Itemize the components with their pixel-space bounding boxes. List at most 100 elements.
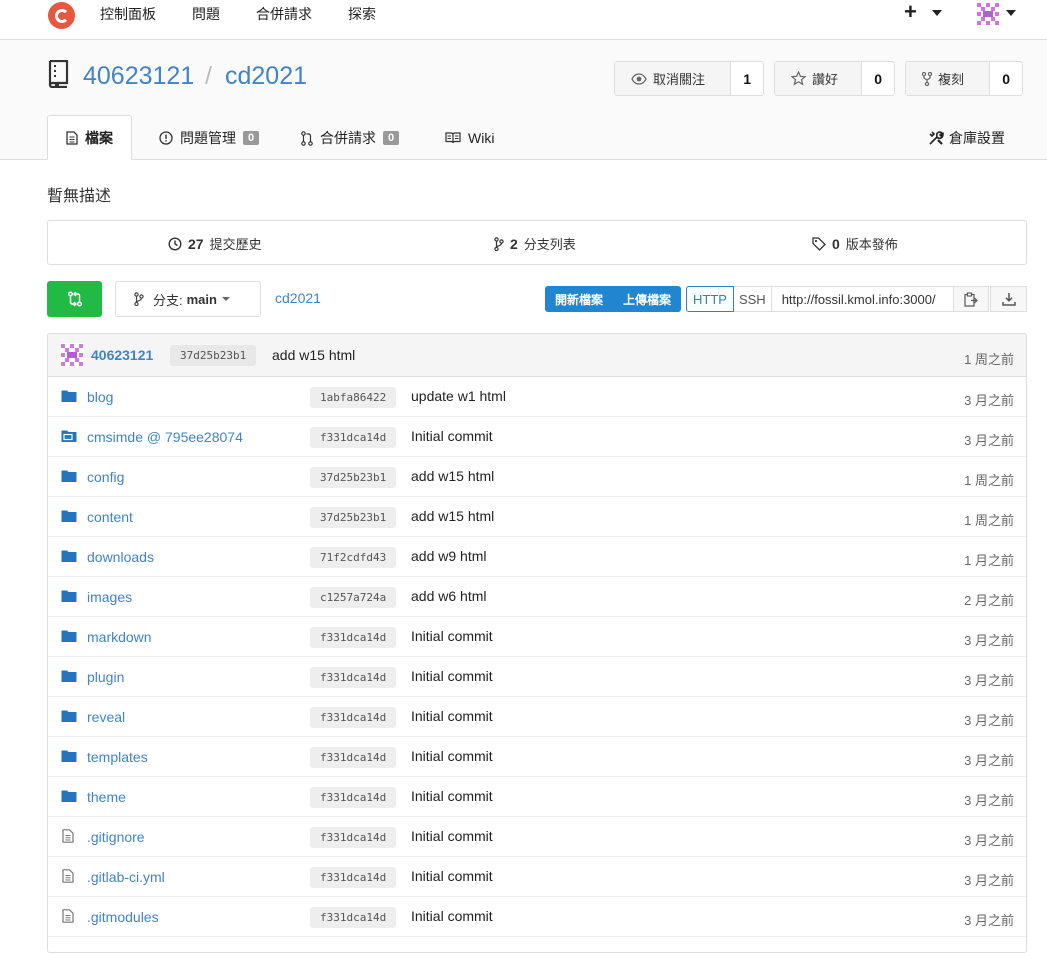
file-row: .gitmodules f331dca14d Initial commit 3 月之前 (48, 897, 1026, 937)
file-commit-message[interactable]: Initial commit (411, 708, 493, 724)
branch-dropdown[interactable]: 分支: main (115, 281, 261, 317)
watch-count[interactable]: 1 (731, 62, 763, 95)
file-icon (61, 829, 77, 843)
file-commit-message[interactable]: add w9 html (411, 548, 486, 564)
star-button[interactable]: 讚好 (775, 62, 863, 95)
commit-author-avatar[interactable] (60, 343, 84, 367)
file-commit-sha-link[interactable]: f331dca14d (310, 867, 397, 888)
chevron-down-icon[interactable] (1006, 10, 1016, 16)
file-commit-message[interactable]: Initial commit (411, 628, 493, 644)
file-commit-age: 1 月之前 (964, 553, 1014, 568)
file-commit-message[interactable]: add w15 html (411, 468, 494, 484)
copy-url-button[interactable] (953, 286, 989, 312)
commit-author-link[interactable]: 40623121 (91, 347, 153, 363)
gitea-logo-icon[interactable] (48, 2, 75, 29)
git-branch-icon (494, 236, 504, 251)
file-commit-message[interactable]: add w15 html (411, 508, 494, 524)
file-name-link[interactable]: theme (87, 789, 126, 805)
star-count[interactable]: 0 (862, 62, 894, 95)
file-name-link[interactable]: .gitignore (87, 829, 145, 845)
folder-icon (61, 709, 77, 723)
file-name-link[interactable]: content (87, 509, 133, 525)
file-commit-sha-link[interactable]: 1abfa86422 (310, 387, 397, 408)
file-name-link[interactable]: downloads (87, 549, 154, 565)
unwatch-button[interactable]: 取消關注 (615, 62, 732, 95)
tab-pull-requests[interactable]: 合併請求 0 (301, 116, 400, 160)
file-commit-sha-link[interactable]: f331dca14d (310, 707, 397, 728)
file-commit-sha-link[interactable]: 71f2cdfd43 (310, 547, 397, 568)
compare-button[interactable] (47, 281, 102, 317)
file-commit-message[interactable]: Initial commit (411, 428, 493, 444)
file-commit-message[interactable]: add w6 html (411, 588, 486, 604)
fork-button[interactable]: 複刻 (906, 62, 991, 95)
file-commit-message[interactable]: Initial commit (411, 908, 493, 924)
nav-issues[interactable]: 問題 (192, 4, 220, 24)
file-icon (61, 909, 77, 923)
tab-issues[interactable]: 問題管理 0 (159, 116, 260, 160)
file-commit-sha-link[interactable]: f331dca14d (310, 627, 397, 648)
download-button[interactable] (990, 286, 1027, 312)
repo-path-separator: / (205, 62, 212, 90)
file-commit-sha-link[interactable]: f331dca14d (310, 787, 397, 808)
file-name-link[interactable]: config (87, 469, 124, 485)
tools-icon (929, 131, 944, 145)
upload-file-button[interactable]: 上傳檔案 (613, 286, 681, 312)
repo-name-link[interactable]: cd2021 (225, 62, 307, 91)
clone-url-input[interactable]: http://fossil.kmol.info:3000/ (771, 286, 963, 312)
commit-sha-link[interactable]: 37d25b23b1 (170, 345, 257, 366)
file-commit-sha-link[interactable]: f331dca14d (310, 907, 397, 928)
releases-label: 版本發佈 (845, 237, 898, 252)
file-name-link[interactable]: cmsimde @ 795ee28074 (87, 429, 243, 445)
clone-ssh-button[interactable]: SSH (733, 286, 772, 312)
file-name-link[interactable]: images (87, 589, 132, 605)
file-name-link[interactable]: blog (87, 389, 113, 405)
file-name-link[interactable]: markdown (87, 629, 152, 645)
file-name-link[interactable]: plugin (87, 669, 124, 685)
file-commit-message[interactable]: Initial commit (411, 828, 493, 844)
breadcrumb-repo-root[interactable]: cd2021 (275, 290, 321, 306)
file-commit-message[interactable]: update w1 html (411, 388, 506, 404)
chevron-down-icon[interactable] (932, 10, 942, 16)
file-commit-message[interactable]: Initial commit (411, 748, 493, 764)
fork-count[interactable]: 0 (990, 62, 1022, 95)
clone-http-button[interactable]: HTTP (686, 286, 734, 312)
file-commit-sha-link[interactable]: f331dca14d (310, 827, 397, 848)
file-commit-age: 1 周之前 (964, 473, 1014, 488)
repo-description: 暫無描述 (47, 188, 112, 205)
create-new-icon[interactable]: + (904, 1, 917, 23)
file-name-link[interactable]: reveal (87, 709, 125, 725)
download-icon (1001, 293, 1016, 306)
file-commit-message[interactable]: Initial commit (411, 868, 493, 884)
repo-stats-bar: 27 提交歷史 2 分支列表 0 版本發佈 (47, 220, 1027, 265)
file-commit-sha-link[interactable]: 37d25b23b1 (310, 507, 397, 528)
folder-icon (61, 589, 77, 603)
nav-explore[interactable]: 探索 (348, 4, 376, 24)
branches-stat-link[interactable]: 2 分支列表 (494, 234, 576, 253)
commits-stat-link[interactable]: 27 提交歷史 (168, 234, 262, 253)
file-commit-sha-link[interactable]: c1257a724a (310, 587, 397, 608)
tab-wiki[interactable]: Wiki (445, 116, 494, 160)
file-row: .gitlab-ci.yml f331dca14d Initial commit 3 … (48, 857, 1026, 897)
book-icon (445, 132, 461, 144)
file-name-link[interactable]: .gitmodules (87, 909, 159, 925)
new-file-button[interactable]: 開新檔案 (545, 286, 613, 312)
file-commit-age: 3 月之前 (964, 753, 1014, 768)
file-commit-sha-link[interactable]: f331dca14d (310, 747, 397, 768)
file-name-link[interactable]: .gitlab-ci.yml (87, 869, 165, 885)
file-commit-age: 2 月之前 (964, 593, 1014, 608)
repo-owner-link[interactable]: 40623121 (83, 62, 194, 91)
star-label: 讚好 (812, 72, 839, 87)
nav-dashboard[interactable]: 控制面板 (100, 4, 156, 24)
repo-settings-link[interactable]: 倉庫設置 (928, 128, 1005, 148)
file-commit-message[interactable]: Initial commit (411, 788, 493, 804)
releases-stat-link[interactable]: 0 版本發佈 (812, 234, 898, 253)
tab-issues-label: 問題管理 (180, 130, 236, 146)
user-avatar[interactable] (975, 1, 1001, 27)
file-commit-message[interactable]: Initial commit (411, 668, 493, 684)
file-commit-sha-link[interactable]: f331dca14d (310, 427, 397, 448)
tab-files[interactable]: 檔案 (47, 115, 132, 160)
file-commit-sha-link[interactable]: 37d25b23b1 (310, 467, 397, 488)
file-name-link[interactable]: templates (87, 749, 148, 765)
file-commit-sha-link[interactable]: f331dca14d (310, 667, 397, 688)
nav-pull-requests[interactable]: 合併請求 (256, 4, 312, 24)
